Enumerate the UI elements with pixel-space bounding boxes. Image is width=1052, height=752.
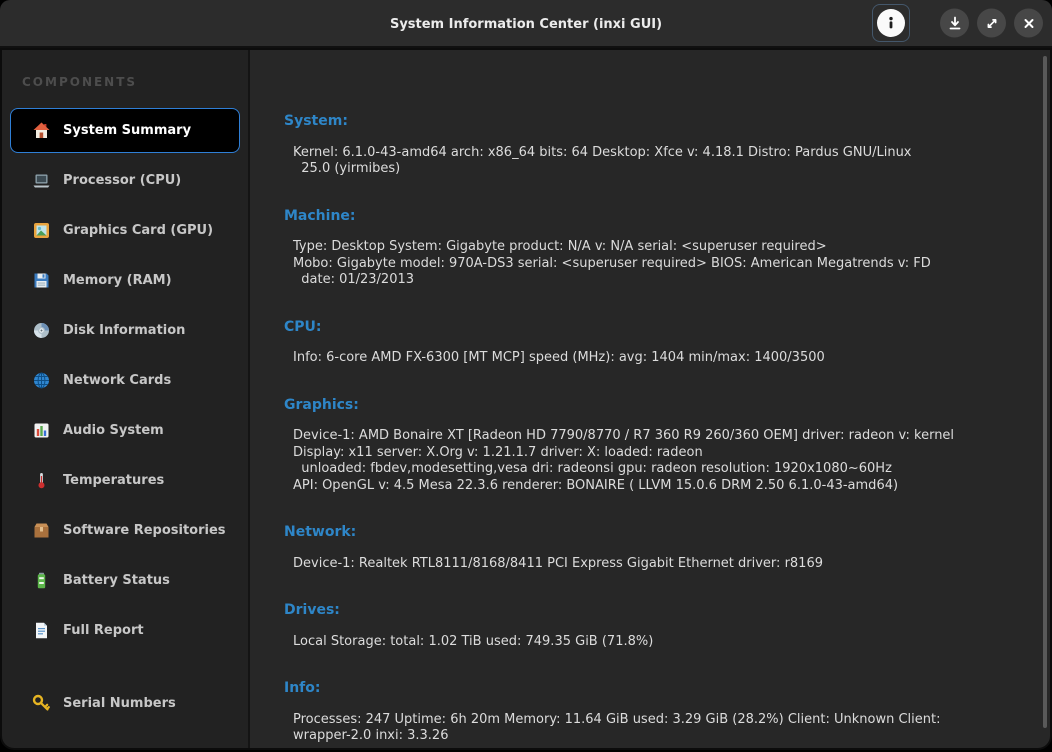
download-button[interactable] [940, 9, 969, 38]
close-icon [1023, 17, 1035, 29]
sidebar-item-battery-status[interactable]: Battery Status [10, 558, 240, 603]
sidebar-item-label: Disk Information [63, 323, 185, 338]
sidebar-item-label: Processor (CPU) [63, 173, 181, 188]
section-system: System: Kernel: 6.1.0-43-amd64 arch: x86… [284, 113, 1030, 178]
section-machine: Machine: Type: Desktop System: Gigabyte … [284, 208, 1030, 289]
section-title: System: [284, 113, 1030, 130]
section-body: Local Storage: total: 1.02 TiB used: 749… [284, 634, 1030, 651]
titlebar: System Information Center (inxi GUI) [0, 0, 1052, 48]
section-title: Machine: [284, 208, 1030, 225]
section-body: Info: 6-core AMD FX-6300 [MT MCP] speed … [284, 350, 1030, 367]
floppy-disk-icon [32, 271, 51, 290]
picture-frame-icon [32, 221, 51, 240]
globe-icon [32, 371, 51, 390]
section-title: Graphics: [284, 397, 1030, 414]
section-body: Device-1: AMD Bonaire XT [Radeon HD 7790… [284, 428, 1030, 494]
app-window: System Information Center (inxi GUI) [0, 0, 1052, 750]
section-body: Type: Desktop System: Gigabyte product: … [284, 239, 1030, 289]
sidebar-item-label: Network Cards [63, 373, 171, 388]
sidebar-item-full-report[interactable]: Full Report [10, 608, 240, 653]
sidebar-item-temperatures[interactable]: Temperatures [10, 458, 240, 503]
thermometer-icon [32, 471, 51, 490]
download-icon [948, 16, 962, 30]
sidebar-item-system-summary[interactable]: System Summary [10, 108, 240, 153]
vertical-scrollbar[interactable] [1043, 56, 1047, 728]
sidebar-item-label: Graphics Card (GPU) [63, 223, 213, 238]
sidebar-item-label: System Summary [63, 123, 191, 138]
section-body: Processes: 247 Uptime: 6h 20m Memory: 11… [284, 712, 1030, 745]
sidebar-item-label: Battery Status [63, 573, 170, 588]
home-icon [32, 121, 51, 140]
section-drives: Drives: Local Storage: total: 1.02 TiB u… [284, 602, 1030, 650]
section-title: Network: [284, 524, 1030, 541]
sidebar-item-label: Full Report [63, 623, 144, 638]
expand-button[interactable] [977, 9, 1006, 38]
sidebar-item-label: Serial Numbers [63, 696, 176, 711]
battery-icon [32, 571, 51, 590]
laptop-icon [32, 171, 51, 190]
main-area: COMPONENTS System Summary [2, 50, 1050, 748]
content-panel: System: Kernel: 6.1.0-43-amd64 arch: x86… [250, 50, 1050, 748]
package-icon [32, 521, 51, 540]
close-button[interactable] [1014, 9, 1043, 38]
section-title: Drives: [284, 602, 1030, 619]
sidebar-item-label: Temperatures [63, 473, 164, 488]
sidebar-item-memory-ram[interactable]: Memory (RAM) [10, 258, 240, 303]
sidebar-item-label: Software Repositories [63, 523, 226, 538]
bar-chart-icon [32, 421, 51, 440]
sidebar-header: COMPONENTS [22, 75, 240, 89]
info-button[interactable] [872, 4, 910, 42]
section-cpu: CPU: Info: 6-core AMD FX-6300 [MT MCP] s… [284, 319, 1030, 367]
section-info: Info: Processes: 247 Uptime: 6h 20m Memo… [284, 680, 1030, 745]
sidebar-item-network-cards[interactable]: Network Cards [10, 358, 240, 403]
optical-disc-icon [32, 321, 51, 340]
sidebar-item-disk-information[interactable]: Disk Information [10, 308, 240, 353]
sidebar-item-audio-system[interactable]: Audio System [10, 408, 240, 453]
sidebar-item-graphics-card-gpu[interactable]: Graphics Card (GPU) [10, 208, 240, 253]
section-graphics: Graphics: Device-1: AMD Bonaire XT [Rade… [284, 397, 1030, 495]
section-title: CPU: [284, 319, 1030, 336]
key-icon [32, 694, 51, 713]
section-body: Device-1: Realtek RTL8111/8168/8411 PCI … [284, 556, 1030, 573]
sidebar-item-processor-cpu[interactable]: Processor (CPU) [10, 158, 240, 203]
sidebar: COMPONENTS System Summary [2, 50, 250, 748]
sidebar-item-serial-numbers[interactable]: Serial Numbers [10, 681, 240, 726]
expand-icon [985, 16, 999, 30]
sidebar-item-label: Audio System [63, 423, 164, 438]
sidebar-item-label: Memory (RAM) [63, 273, 172, 288]
section-network: Network: Device-1: Realtek RTL8111/8168/… [284, 524, 1030, 572]
section-body: Kernel: 6.1.0-43-amd64 arch: x86_64 bits… [284, 145, 1030, 178]
document-icon [32, 621, 51, 640]
sidebar-item-software-repositories[interactable]: Software Repositories [10, 508, 240, 553]
section-title: Info: [284, 680, 1030, 697]
info-icon [877, 9, 905, 37]
